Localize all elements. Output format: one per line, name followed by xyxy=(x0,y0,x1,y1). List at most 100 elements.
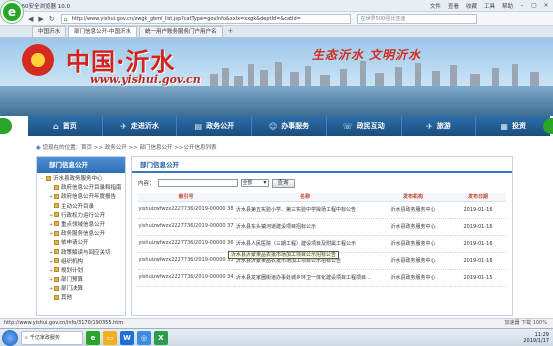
browser-menu-item[interactable]: 工具 xyxy=(484,2,495,10)
nav-item-3[interactable]: ☺ 办事服务 xyxy=(252,116,327,136)
browser-tab[interactable]: 中国沂水 xyxy=(32,26,67,37)
building-shape xyxy=(210,74,218,86)
sidebar-item[interactable]: + 重点领域信息公开 xyxy=(41,221,125,230)
sidebar-item[interactable]: + 政策解读与回应关切 xyxy=(41,249,125,258)
sidebar-item[interactable]: + 政务服务信息公开 xyxy=(41,230,125,239)
folder-icon xyxy=(54,184,59,190)
browser-logo-icon[interactable]: e xyxy=(1,1,23,23)
taskbar-search-text: 千亿家政服务 xyxy=(29,335,60,341)
sidebar-item[interactable]: + 部门预算 xyxy=(41,276,125,285)
folder-icon xyxy=(54,203,59,209)
maximize-icon[interactable]: ▢ xyxy=(529,1,539,10)
sidebar-item[interactable]: + 部门决算 xyxy=(41,285,125,294)
qq-app-icon[interactable]: ◎ xyxy=(137,330,151,345)
start-button-icon[interactable] xyxy=(2,329,18,346)
row-index: yishuizwfwzx2227736/2019-00000 35 xyxy=(138,252,234,270)
side-float-button-right[interactable] xyxy=(543,118,553,134)
sidebar-item[interactable]: + 组织机构 xyxy=(41,258,125,267)
sidebar-item-label: 重点领域信息公开 xyxy=(61,221,106,228)
browser-tab[interactable]: 统一用户账务服务门户用户名 xyxy=(139,26,223,37)
wps-app-icon[interactable]: W xyxy=(120,330,134,345)
home-icon: ⌂ xyxy=(52,121,59,131)
building-shape xyxy=(415,63,421,86)
national-emblem-icon xyxy=(22,44,54,76)
browser-menu-item[interactable]: 查看 xyxy=(448,2,459,10)
folder-icon xyxy=(54,230,59,236)
query-button[interactable]: 查询 xyxy=(271,178,295,188)
row-title-link[interactable]: 沂水县第五实验小学、第三实验中学操场工程中标公告 xyxy=(234,201,376,219)
folder-icon xyxy=(46,175,51,181)
taskbar-search[interactable]: ⌕ 千亿家政服务 xyxy=(21,330,83,345)
sidebar-item[interactable]: 依申请公开 xyxy=(41,239,125,248)
row-index: yishuizwfwzx2227736/2019-00000 36 xyxy=(138,235,234,253)
sidebar-item-label: 组织机构 xyxy=(61,258,84,265)
forward-icon[interactable]: ▶ xyxy=(38,15,43,23)
nav-item-0[interactable]: ⌂ 首页 xyxy=(28,116,103,136)
chat-icon: ☏ xyxy=(342,121,353,131)
sidebar-item[interactable]: 其他 xyxy=(41,294,125,303)
nav-item-5[interactable]: ✈ 旅游 xyxy=(402,116,477,136)
nav-item-label: 走进沂水 xyxy=(130,122,159,130)
sidebar-item[interactable]: 政府信息公开目录和指南 xyxy=(41,184,125,193)
sidebar-item-label: 部门决算 xyxy=(61,286,84,293)
row-index: yishuizwfwzx2227736/2019-00000 37 xyxy=(138,218,234,236)
sidebar-item-label: 行政权力运行公开 xyxy=(61,212,106,219)
nav-item-1[interactable]: ✈ 走进沂水 xyxy=(103,116,178,136)
site-name: 中国·沂水 xyxy=(66,47,176,76)
building-shape xyxy=(234,76,243,86)
side-float-button[interactable] xyxy=(0,118,12,134)
folder-app-icon[interactable]: ▭ xyxy=(103,330,117,345)
sidebar-item-label: 政务服务信息公开 xyxy=(61,231,106,238)
browser-app-icon[interactable]: e xyxy=(86,330,100,345)
folder-icon xyxy=(54,285,59,291)
row-title-link[interactable]: 沂水县人民医院（三期工程）建设项目及附属工程公示 xyxy=(234,235,376,253)
folder-icon xyxy=(54,212,59,218)
column-header-name: 名称 xyxy=(234,193,376,202)
new-tab-icon[interactable]: + xyxy=(228,26,234,37)
city-skyline xyxy=(200,60,553,86)
close-icon[interactable]: ✕ xyxy=(541,1,551,10)
row-date: 2019-01-15 xyxy=(450,269,506,287)
nav-item-label: 旅游 xyxy=(436,122,451,130)
row-title-link[interactable]: 沂水县东头镇河道建设项目招标公示 xyxy=(234,218,376,236)
sidebar-item[interactable]: - 沂水县政务服务中心 xyxy=(41,175,125,184)
table-row: yishuizwfwzx2227736/2019-00000 34 沂水县龙家圈街… xyxy=(138,269,506,287)
row-title-link[interactable]: 沂水县龙家圈街道办事处城乡环卫一体化建设项目工程项目... xyxy=(234,269,376,287)
url-input[interactable]: ⌂ http://www.yishui.gov.cn/zwgk_gbml_lis… xyxy=(60,13,351,24)
sidebar-item-label: 主动公开目录 xyxy=(61,203,95,210)
row-date: 2019-01-16 xyxy=(450,235,506,253)
scope-select[interactable]: 全部 xyxy=(240,179,269,187)
excel-app-icon[interactable]: X xyxy=(154,330,168,345)
sidebar-item[interactable]: + 规划计划 xyxy=(41,267,125,276)
system-clock[interactable]: 11:29 2019/1/17 xyxy=(523,332,549,344)
folder-icon xyxy=(54,249,59,254)
browser-menu-item[interactable]: 文件 xyxy=(430,2,441,10)
building-shape xyxy=(320,75,330,86)
back-icon[interactable]: ◀ xyxy=(28,15,33,23)
browser-menu-item[interactable]: 收藏 xyxy=(466,2,477,10)
status-url: http://www.yishui.gov.cn/info/3170/19035… xyxy=(4,320,124,326)
main-nav: ⌂ 首页 ✈ 走进沂水 ▤ 政务公开 ☺ 办事服务 ☏ 政民互动 ✈ 旅游 ▦ 投资 xyxy=(28,116,550,136)
browser-tab[interactable]: 部门信息公开-中国沂水 xyxy=(68,26,138,37)
home-icon[interactable]: ⌂ xyxy=(64,15,68,23)
browser-menu-item[interactable]: 帮助 xyxy=(502,2,513,10)
folder-icon xyxy=(54,276,59,282)
content-panel: 部门信息公开 内容： 全部 查询 索引号 名称 发布机构 发布日期 yishui… xyxy=(131,156,513,316)
sidebar-item[interactable]: + 政府信息公开年度报告 xyxy=(41,193,125,202)
window-title: 360安全浏览器 10.0 xyxy=(18,3,70,10)
nav-item-6[interactable]: ▦ 投资 xyxy=(476,116,550,136)
sidebar-item-label: 部门预算 xyxy=(61,277,84,284)
building-shape xyxy=(275,62,282,86)
minimize-icon[interactable]: – xyxy=(517,1,527,10)
sidebar-item[interactable]: 主动公开目录 xyxy=(41,203,125,212)
building-shape xyxy=(222,68,229,86)
keyword-input[interactable] xyxy=(157,179,238,187)
search-input[interactable]: 在世界500强比亚迪 xyxy=(356,13,477,24)
user-icon: ☺ xyxy=(268,121,278,131)
folder-icon xyxy=(54,267,59,273)
nav-item-4[interactable]: ☏ 政民互动 xyxy=(327,116,402,136)
nav-item-2[interactable]: ▤ 政务公开 xyxy=(177,116,253,136)
sidebar-title: 部门信息公开 xyxy=(37,157,125,173)
sidebar-item[interactable]: + 行政权力运行公开 xyxy=(41,212,125,221)
refresh-icon[interactable]: ↻ xyxy=(49,15,55,23)
